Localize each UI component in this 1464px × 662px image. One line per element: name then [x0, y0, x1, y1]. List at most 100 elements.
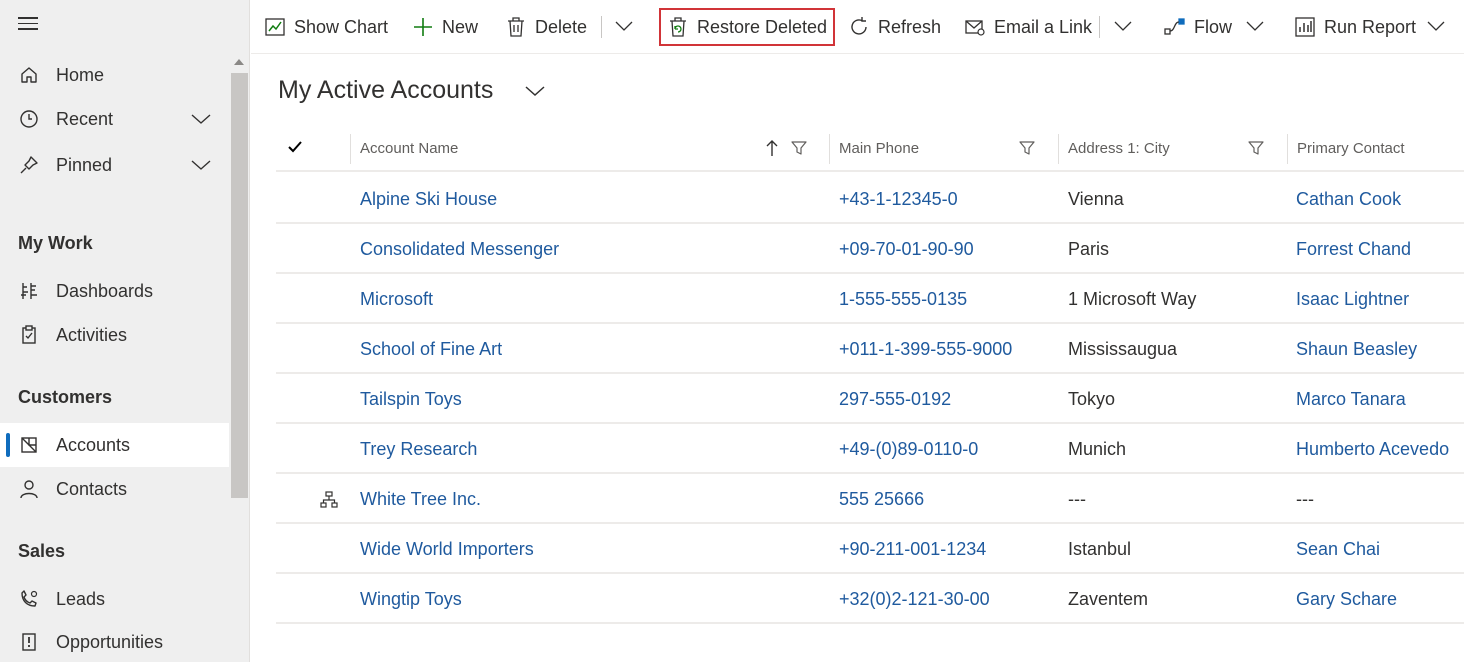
run-report-button[interactable]: Run Report [1294, 8, 1416, 46]
scrollbar-thumb[interactable] [231, 73, 248, 498]
city-text: 1 Microsoft Way [1068, 289, 1197, 309]
filter-icon[interactable] [1247, 139, 1265, 157]
run-report-label: Run Report [1324, 16, 1417, 37]
sidebar-item-accounts[interactable]: Accounts [0, 423, 229, 467]
primary-contact-link[interactable]: Humberto Acevedo [1296, 439, 1449, 460]
primary-contact-link[interactable]: Cathan Cook [1296, 189, 1401, 210]
column-header-city[interactable]: Address 1: City [1058, 134, 1287, 164]
account-name-link[interactable]: Wide World Importers [360, 539, 534, 560]
sidebar-item-pinned[interactable]: Pinned [0, 143, 229, 187]
group-title-sales: Sales [18, 541, 66, 561]
sidebar-item-contacts[interactable]: Contacts [0, 467, 229, 511]
city-text: Munich [1068, 439, 1127, 459]
sidebar-item-recent[interactable]: Recent [0, 97, 229, 141]
restore-deleted-button[interactable]: Restore Deleted [659, 8, 836, 46]
account-name-link[interactable]: Trey Research [360, 439, 477, 460]
flow-icon [1164, 16, 1186, 38]
sidebar-item-leads[interactable]: Leads [0, 577, 229, 621]
run-report-chevron-icon[interactable] [1426, 16, 1446, 36]
sidebar: Home Recent Pinned My Work Dashboards Ac… [0, 0, 250, 662]
sidebar-item-opportunities[interactable]: Opportunities [0, 620, 229, 662]
view-selector-chevron-icon[interactable] [524, 80, 546, 102]
dashboard-icon [18, 280, 40, 302]
hamburger-menu-icon[interactable] [18, 17, 38, 33]
sidebar-scrollbar[interactable] [229, 55, 249, 662]
filter-icon[interactable] [1018, 139, 1036, 157]
home-icon [18, 64, 40, 86]
primary-contact-link[interactable]: Forrest Chand [1296, 239, 1411, 260]
main-phone-link[interactable]: 555 25666 [839, 489, 924, 510]
sidebar-item-home[interactable]: Home [0, 53, 229, 97]
main-phone-link[interactable]: +43-1-12345-0 [839, 189, 958, 210]
account-name-link[interactable]: Tailspin Toys [360, 389, 462, 410]
main-phone-link[interactable]: +09-70-01-90-90 [839, 239, 974, 260]
account-name-link[interactable]: Alpine Ski House [360, 189, 497, 210]
main-phone-link[interactable]: +011-1-399-555-9000 [839, 339, 1012, 360]
table-row[interactable]: Wide World Importers +90-211-001-1234 Is… [276, 524, 1464, 574]
city-text: Paris [1068, 239, 1110, 259]
email-icon [964, 16, 986, 38]
report-icon [1294, 16, 1316, 38]
city-text: Zaventem [1068, 589, 1149, 609]
primary-contact-link[interactable]: Sean Chai [1296, 539, 1380, 560]
main-phone-link[interactable]: 1-555-555-0135 [839, 289, 967, 310]
city-text: Vienna [1068, 189, 1124, 209]
main-phone-link[interactable]: +49-(0)89-0110-0 [839, 439, 978, 460]
column-header-primary-contact[interactable]: Primary Contact [1287, 134, 1464, 164]
table-row[interactable]: Wingtip Toys +32(0)2-121-30-00 Zaventem … [276, 574, 1464, 624]
more-delete-chevron-icon[interactable] [614, 16, 634, 36]
show-chart-label: Show Chart [294, 16, 389, 37]
filter-icon[interactable] [790, 139, 808, 157]
flow-button[interactable]: Flow [1164, 8, 1232, 46]
account-name-link[interactable]: Consolidated Messenger [360, 239, 559, 260]
column-header-main-phone[interactable]: Main Phone [829, 134, 1058, 164]
main-phone-link[interactable]: +32(0)2-121-30-00 [839, 589, 990, 610]
delete-label: Delete [535, 16, 588, 37]
select-all-checkmark-icon[interactable] [286, 138, 304, 156]
account-name-link[interactable]: Wingtip Toys [360, 589, 462, 610]
sidebar-item-activities[interactable]: Activities [0, 313, 229, 357]
command-bar: Show Chart New Delete Restore Deleted Re… [251, 0, 1464, 54]
more-email-chevron-icon[interactable] [1113, 16, 1133, 36]
table-row[interactable]: Tailspin Toys 297-555-0192 Tokyo Marco T… [276, 374, 1464, 424]
account-name-link[interactable]: Microsoft [360, 289, 433, 310]
sort-ascending-icon[interactable] [765, 138, 779, 158]
show-chart-button[interactable]: Show Chart [264, 8, 388, 46]
main-phone-link[interactable]: +90-211-001-1234 [839, 539, 986, 560]
main-phone-link[interactable]: 297-555-0192 [839, 389, 951, 410]
primary-contact-link[interactable]: Isaac Lightner [1296, 289, 1409, 310]
sidebar-item-label: Opportunities [56, 631, 164, 652]
new-label: New [442, 16, 479, 37]
chevron-down-icon[interactable] [190, 154, 212, 176]
delete-button[interactable]: Delete [505, 8, 587, 46]
accounts-icon [18, 434, 40, 456]
hierarchy-icon[interactable] [320, 491, 338, 509]
table-row[interactable]: School of Fine Art +011-1-399-555-9000 M… [276, 324, 1464, 374]
account-name-link[interactable]: White Tree Inc. [360, 489, 481, 510]
primary-contact-link[interactable]: Marco Tanara [1296, 389, 1406, 410]
email-link-button[interactable]: Email a Link [964, 8, 1092, 46]
primary-contact-link[interactable]: Shaun Beasley [1296, 339, 1417, 360]
account-name-link[interactable]: School of Fine Art [360, 339, 502, 360]
chevron-down-icon[interactable] [190, 108, 212, 130]
phone-person-icon [18, 588, 40, 610]
grid-header: Account Name Main Phone Address 1: City … [276, 126, 1464, 172]
sidebar-item-dashboards[interactable]: Dashboards [0, 269, 229, 313]
table-row[interactable]: White Tree Inc. 555 25666 --- --- [276, 474, 1464, 524]
column-header-account-name[interactable]: Account Name [350, 134, 829, 164]
city-text: Tokyo [1068, 389, 1116, 409]
primary-contact-link[interactable]: Gary Schare [1296, 589, 1397, 610]
table-row[interactable]: Consolidated Messenger +09-70-01-90-90 P… [276, 224, 1464, 274]
city-text: --- [1068, 489, 1086, 509]
new-button[interactable]: New [412, 8, 478, 46]
table-row[interactable]: Microsoft 1-555-555-0135 1 Microsoft Way… [276, 274, 1464, 324]
flow-chevron-icon[interactable] [1245, 16, 1265, 36]
opportunity-icon [18, 631, 40, 653]
sidebar-item-label: Activities [56, 324, 128, 345]
refresh-button[interactable]: Refresh [848, 8, 941, 46]
scroll-up-arrow-icon[interactable] [234, 59, 244, 65]
group-title-my-work: My Work [18, 233, 93, 253]
table-row[interactable]: Trey Research +49-(0)89-0110-0 Munich Hu… [276, 424, 1464, 474]
view-title[interactable]: My Active Accounts [278, 76, 493, 105]
table-row[interactable]: Alpine Ski House +43-1-12345-0 Vienna Ca… [276, 174, 1464, 224]
